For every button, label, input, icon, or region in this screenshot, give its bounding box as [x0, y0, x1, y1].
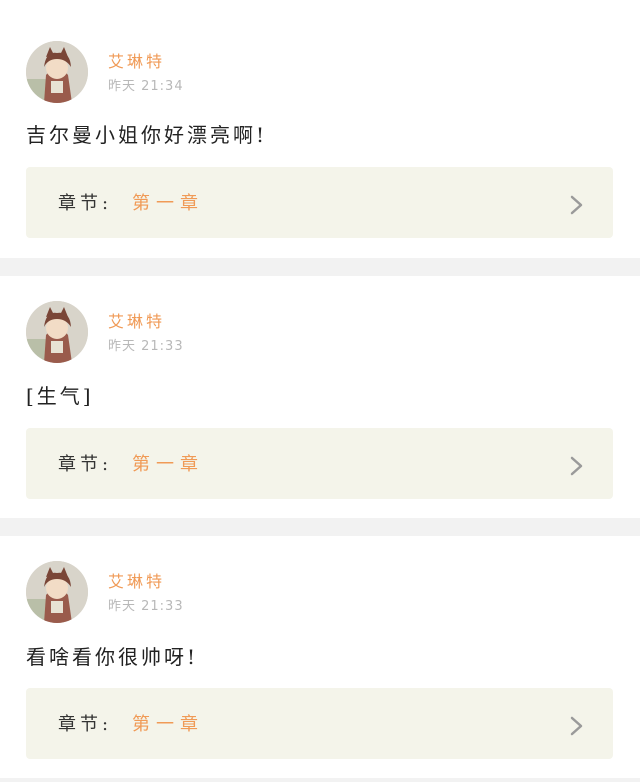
comment-text: [生气] [26, 384, 94, 408]
chapter-link[interactable]: 章节: 第一章 [26, 428, 613, 499]
comment-text: 看啥看你很帅呀! [26, 645, 199, 669]
separator [0, 778, 640, 782]
chapter-link[interactable]: 章节: 第一章 [26, 688, 613, 759]
separator [0, 518, 640, 536]
avatar[interactable] [26, 561, 88, 623]
chapter-label: 章节: [58, 193, 113, 214]
chapter-value: 第一章 [132, 714, 204, 735]
chevron-right-icon [570, 456, 583, 476]
chevron-right-icon [570, 716, 583, 736]
comment-timestamp: 昨天 21:34 [108, 79, 184, 94]
user-avatar-icon [26, 301, 88, 363]
comment-text: 吉尔曼小姐你好漂亮啊! [26, 123, 268, 147]
avatar[interactable] [26, 301, 88, 363]
chapter-value: 第一章 [132, 193, 204, 214]
chapter-label: 章节: [58, 714, 113, 735]
comment-timestamp: 昨天 21:33 [108, 339, 184, 354]
chapter-label: 章节: [58, 454, 113, 475]
comment-card: 艾琳特 昨天 21:34 吉尔曼小姐你好漂亮啊! 章节: 第一章 [0, 0, 640, 258]
avatar[interactable] [26, 41, 88, 103]
comment-card: 艾琳特 昨天 21:33 [生气] 章节: 第一章 [0, 276, 640, 534]
user-avatar-icon [26, 561, 88, 623]
comment-list-page: 艾琳特 昨天 21:34 吉尔曼小姐你好漂亮啊! 章节: 第一章 艾琳特 昨天 … [0, 0, 640, 782]
comment-card: 艾琳特 昨天 21:33 看啥看你很帅呀! 章节: 第一章 [0, 536, 640, 782]
user-name[interactable]: 艾琳特 [108, 308, 165, 332]
chevron-right-icon [570, 195, 583, 215]
chapter-link[interactable]: 章节: 第一章 [26, 167, 613, 238]
user-name[interactable]: 艾琳特 [108, 568, 165, 592]
user-avatar-icon [26, 41, 88, 103]
chapter-value: 第一章 [132, 454, 204, 475]
separator [0, 258, 640, 276]
comment-timestamp: 昨天 21:33 [108, 599, 184, 614]
user-name[interactable]: 艾琳特 [108, 48, 165, 72]
